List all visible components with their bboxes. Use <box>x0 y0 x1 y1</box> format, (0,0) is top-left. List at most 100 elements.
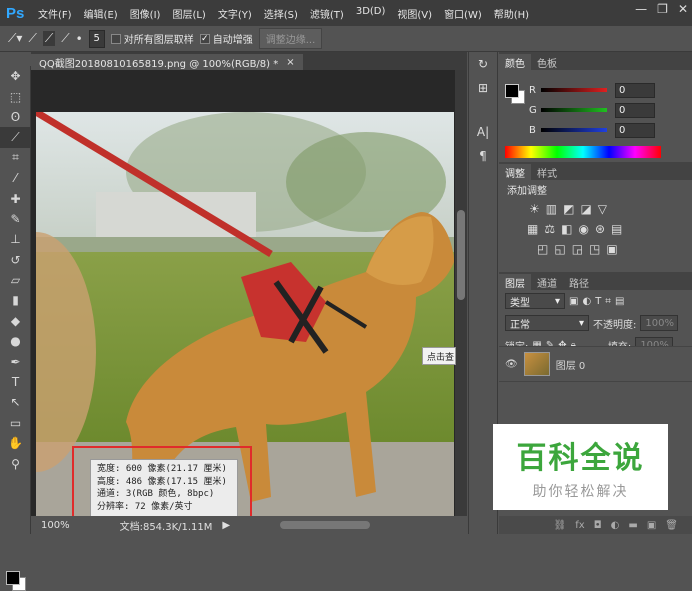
character-panel-icon[interactable]: A| <box>469 120 497 144</box>
layer-name[interactable]: 图层 0 <box>556 357 586 372</box>
green-slider[interactable] <box>541 108 607 112</box>
smart-object-filter-icon[interactable]: ▤ <box>615 296 624 307</box>
foreground-color-swatch[interactable] <box>6 571 20 585</box>
pixel-filter-icon[interactable]: ▣ <box>569 296 578 307</box>
new-layer-icon[interactable]: ▣ <box>647 520 656 531</box>
path-selection-tool-icon[interactable]: ↖ <box>0 392 31 412</box>
menu-item[interactable]: 图像(I) <box>124 6 167 21</box>
invert-icon[interactable]: ◰ <box>537 242 548 256</box>
blend-mode-select[interactable]: 正常 ▾ <box>505 315 589 331</box>
red-value-field[interactable]: 0 <box>615 82 655 98</box>
subtract-selection-icon[interactable]: ⟋ <box>61 31 69 46</box>
tab-styles[interactable]: 样式 <box>531 164 563 180</box>
new-group-icon[interactable]: ▬ <box>628 520 637 531</box>
levels-icon[interactable]: ▥ <box>546 202 557 216</box>
curves-icon[interactable]: ◩ <box>563 202 574 216</box>
channel-mixer-icon[interactable]: ⊛ <box>595 222 605 236</box>
adjustment-filter-icon[interactable]: ◐ <box>582 296 591 307</box>
red-slider[interactable] <box>541 88 607 92</box>
green-value-field[interactable]: 0 <box>615 102 655 118</box>
crop-tool-icon[interactable]: ⌗ <box>0 148 31 168</box>
color-fg-swatch[interactable] <box>505 84 519 98</box>
sample-all-layers-checkbox[interactable]: 对所有图层取样 <box>110 31 194 46</box>
lasso-tool-icon[interactable]: ʘ <box>0 107 31 127</box>
gradient-map-icon[interactable]: ◳ <box>589 242 600 256</box>
brush-size-field[interactable]: 5 <box>88 29 105 48</box>
tab-color[interactable]: 颜色 <box>499 54 531 70</box>
color-balance-icon[interactable]: ⚖ <box>544 222 555 236</box>
properties-panel-icon[interactable]: ⊞ <box>469 76 497 100</box>
shape-filter-icon[interactable]: ⌗ <box>605 296 611 307</box>
menu-item[interactable]: 图层(L) <box>166 6 211 21</box>
eye-icon[interactable]: 👁︎ <box>505 359 518 370</box>
menu-item[interactable]: 窗口(W) <box>438 6 488 21</box>
hand-tool-icon[interactable]: ✋ <box>0 433 31 453</box>
blue-slider[interactable] <box>541 128 607 132</box>
gradient-tool-icon[interactable]: ▮ <box>0 290 31 310</box>
eraser-tool-icon[interactable]: ▱ <box>0 270 31 290</box>
exposure-icon[interactable]: ◪ <box>580 202 591 216</box>
auto-enhance-box[interactable]: ✓ <box>199 33 210 44</box>
menu-item[interactable]: 文件(F) <box>32 6 78 21</box>
layer-item[interactable]: 👁︎ 图层 0 <box>499 346 692 382</box>
dodge-tool-icon[interactable]: ● <box>0 331 31 351</box>
link-layers-icon[interactable]: ⛓︎ <box>554 520 567 531</box>
tab-channels[interactable]: 通道 <box>531 274 563 290</box>
new-selection-icon[interactable]: ⟋ <box>28 31 36 46</box>
menu-item[interactable]: 编辑(E) <box>78 6 124 21</box>
brightness-icon[interactable]: ☀ <box>529 202 540 216</box>
tab-swatches[interactable]: 色板 <box>531 54 563 70</box>
vertical-scroll-thumb[interactable] <box>457 210 465 300</box>
sample-all-layers-box[interactable] <box>110 33 121 44</box>
healing-brush-tool-icon[interactable]: ✚ <box>0 188 31 208</box>
menu-item[interactable]: 视图(V) <box>391 6 438 21</box>
tab-adjustments[interactable]: 调整 <box>499 164 531 180</box>
add-to-selection-icon[interactable]: ⟋ <box>42 31 56 46</box>
fx-icon[interactable]: fx <box>575 520 584 531</box>
paragraph-panel-icon[interactable]: ¶ <box>469 144 497 168</box>
history-panel-icon[interactable]: ↻ <box>469 52 497 76</box>
color-lookup-icon[interactable]: ▤ <box>611 222 622 236</box>
quick-selection-tool-icon[interactable]: ⟋ <box>0 127 31 148</box>
pen-tool-icon[interactable]: ✒ <box>0 351 31 371</box>
close-button[interactable]: ✕ <box>678 2 688 16</box>
history-brush-tool-icon[interactable]: ↺ <box>0 250 31 270</box>
auto-enhance-checkbox[interactable]: ✓ 自动增强 <box>199 31 253 46</box>
add-mask-icon[interactable]: ◘ <box>594 520 602 531</box>
opacity-field[interactable]: 100% <box>640 315 679 331</box>
photo-filter-icon[interactable]: ◉ <box>578 222 588 236</box>
selective-color-icon[interactable]: ▣ <box>606 242 617 256</box>
restore-button[interactable]: ❐ <box>657 2 668 16</box>
blur-tool-icon[interactable]: ◆ <box>0 311 31 331</box>
zoom-level[interactable]: 100% <box>41 520 70 531</box>
document-close-icon[interactable]: × <box>286 57 294 68</box>
menu-item[interactable]: 滤镜(T) <box>304 6 350 21</box>
eyedropper-tool-icon[interactable]: ⁄ <box>0 168 31 188</box>
move-tool-icon[interactable]: ✥ <box>0 66 31 86</box>
new-adjustment-icon[interactable]: ◐ <box>611 520 620 531</box>
color-spectrum[interactable] <box>505 146 661 158</box>
menu-item[interactable]: 帮助(H) <box>488 6 535 21</box>
document-tab[interactable]: QQ截图20180810165819.png @ 100%(RGB/8) * × <box>31 54 303 70</box>
doc-info[interactable]: 文档:854.3K/1.11M <box>120 518 213 533</box>
tab-paths[interactable]: 路径 <box>563 274 595 290</box>
menu-item[interactable]: 3D(D) <box>350 6 392 21</box>
quick-selection-preset-icon[interactable]: ⟋▾ <box>8 31 22 46</box>
vertical-scrollbar[interactable] <box>455 70 467 516</box>
clone-stamp-tool-icon[interactable]: ⊥ <box>0 229 31 249</box>
type-tool-icon[interactable]: T <box>0 372 31 392</box>
status-menu-icon[interactable]: ▶ <box>222 520 230 531</box>
threshold-icon[interactable]: ◲ <box>572 242 583 256</box>
delete-layer-icon[interactable]: 🗑︎ <box>665 520 678 531</box>
brush-picker-icon[interactable]: • <box>76 32 83 46</box>
rectangle-tool-icon[interactable]: ▭ <box>0 413 31 433</box>
type-filter-icon[interactable]: T <box>595 296 601 307</box>
refine-edge-button[interactable]: 调整边缘... <box>258 28 323 49</box>
black-white-icon[interactable]: ◧ <box>561 222 572 236</box>
menu-item[interactable]: 选择(S) <box>258 6 304 21</box>
blue-value-field[interactable]: 0 <box>615 122 655 138</box>
marquee-tool-icon[interactable]: ⬚ <box>0 86 31 106</box>
layer-kind-filter[interactable]: 类型 ▾ <box>505 293 565 309</box>
menu-item[interactable]: 文字(Y) <box>212 6 258 21</box>
brush-tool-icon[interactable]: ✎ <box>0 209 31 229</box>
